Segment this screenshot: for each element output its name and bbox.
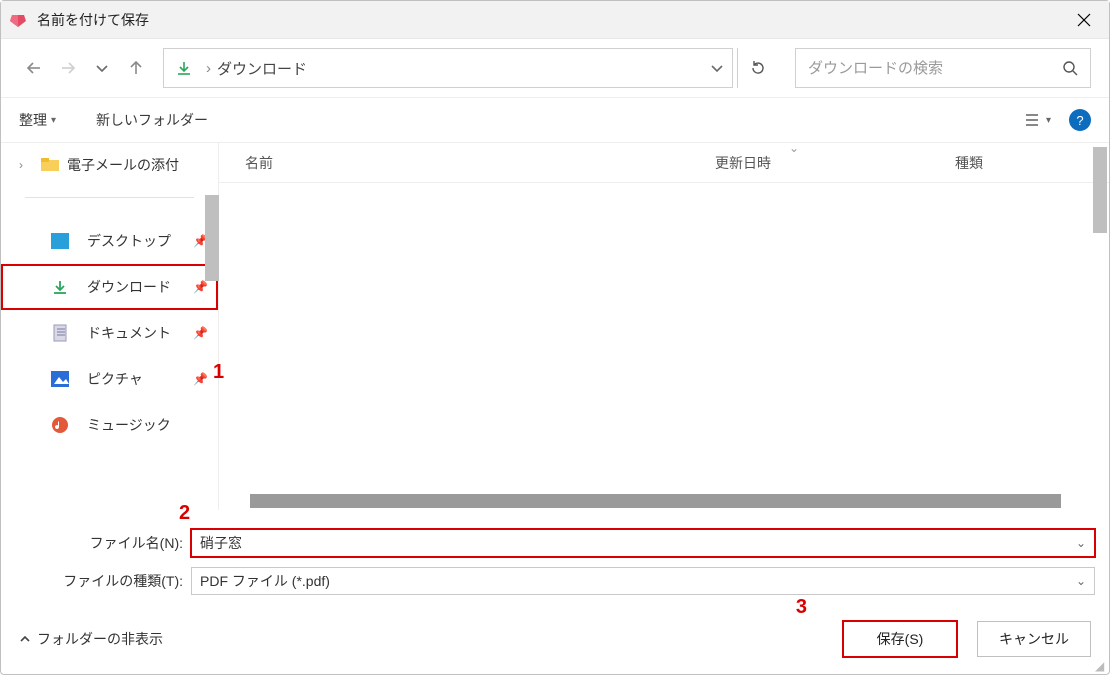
- breadcrumb-label: ダウンロード: [217, 58, 307, 79]
- forward-button[interactable]: [53, 53, 83, 83]
- sidebar-item-documents[interactable]: ドキュメント 📌: [1, 310, 218, 356]
- file-list[interactable]: 名前 更新日時 ⌄ 種類: [219, 143, 1109, 510]
- filename-row: ファイル名(N): 硝子窓 ⌄: [15, 524, 1095, 562]
- app-icon: [9, 11, 27, 29]
- filename-label: ファイル名(N):: [15, 533, 191, 553]
- search-icon[interactable]: [1062, 60, 1078, 76]
- breadcrumb-separator-icon: ›: [206, 60, 211, 77]
- toolbar: 整理 ▾ 新しいフォルダー ▾ ?: [1, 97, 1109, 143]
- breadcrumb-drop-icon[interactable]: [710, 61, 724, 75]
- dropdown-icon: ▾: [1046, 115, 1051, 126]
- save-as-dialog: 名前を付けて保存 › ダウンロード: [0, 0, 1110, 675]
- form-area: 2 ファイル名(N): 硝子窓 ⌄ ファイルの種類(T): PDF ファイル (…: [1, 510, 1109, 604]
- titlebar: 名前を付けて保存: [1, 1, 1109, 39]
- footer: 3 フォルダーの非表示 保存(S) キャンセル: [1, 604, 1109, 674]
- pictures-icon: [51, 370, 69, 388]
- new-folder-button[interactable]: 新しいフォルダー: [96, 110, 208, 130]
- chevron-right-icon: ›: [19, 158, 33, 172]
- window-title: 名前を付けて保存: [37, 10, 1067, 30]
- sort-indicator-icon: ⌄: [789, 143, 799, 155]
- view-mode-button[interactable]: ▾: [1024, 112, 1051, 128]
- search-box[interactable]: [795, 48, 1091, 88]
- sidebar-item-label: ダウンロード: [87, 277, 171, 297]
- horizontal-scrollbar[interactable]: [233, 494, 1095, 508]
- body: › 電子メールの添付 デスクトップ 📌: [1, 143, 1109, 510]
- search-input[interactable]: [808, 60, 1062, 77]
- dropdown-icon: ▾: [51, 115, 56, 126]
- help-icon[interactable]: ?: [1069, 109, 1091, 131]
- chevron-up-icon: [19, 633, 31, 645]
- sidebar: › 電子メールの添付 デスクトップ 📌: [1, 143, 219, 510]
- filetype-row: ファイルの種類(T): PDF ファイル (*.pdf) ⌄: [15, 562, 1095, 600]
- folder-icon: [41, 156, 59, 174]
- filetype-label: ファイルの種類(T):: [15, 571, 191, 591]
- up-button[interactable]: [121, 53, 151, 83]
- new-folder-label: 新しいフォルダー: [96, 110, 208, 130]
- chevron-down-icon[interactable]: ⌄: [1076, 574, 1086, 588]
- pin-icon: 📌: [193, 280, 208, 294]
- sidebar-item-label: 電子メールの添付: [67, 155, 179, 175]
- sidebar-item-desktop[interactable]: デスクトップ 📌: [1, 218, 218, 264]
- pin-icon: 📌: [193, 326, 208, 340]
- sidebar-item-pictures[interactable]: ピクチャ 📌: [1, 356, 218, 402]
- history-dropdown-icon[interactable]: [87, 53, 117, 83]
- organize-label: 整理: [19, 110, 47, 130]
- filetype-select[interactable]: PDF ファイル (*.pdf) ⌄: [191, 567, 1095, 595]
- list-header: 名前 更新日時 ⌄ 種類: [219, 143, 1109, 183]
- chevron-down-icon[interactable]: ⌄: [1076, 536, 1086, 550]
- annotation-marker-2: 2: [179, 502, 190, 525]
- sidebar-divider: [25, 197, 194, 198]
- sidebar-item-music[interactable]: ミュージック: [1, 402, 218, 448]
- resize-grip-icon[interactable]: ◢: [1095, 660, 1107, 672]
- sidebar-item-label: ピクチャ: [87, 369, 143, 389]
- vertical-scrollbar[interactable]: [1093, 147, 1107, 233]
- side-scrollbar[interactable]: [205, 195, 219, 281]
- back-button[interactable]: [19, 53, 49, 83]
- music-icon: [51, 416, 69, 434]
- breadcrumb[interactable]: › ダウンロード: [163, 48, 733, 88]
- desktop-icon: [51, 232, 69, 250]
- hide-folders-label: フォルダーの非表示: [37, 629, 163, 649]
- filename-input[interactable]: 硝子窓 ⌄: [191, 529, 1095, 557]
- download-location-icon: [176, 60, 192, 76]
- column-name[interactable]: 名前: [219, 153, 689, 173]
- sidebar-item-label: ドキュメント: [87, 323, 171, 343]
- pin-icon: 📌: [193, 372, 208, 386]
- refresh-button[interactable]: [737, 48, 777, 88]
- document-icon: [51, 324, 69, 342]
- sidebar-item-label: ミュージック: [87, 415, 171, 435]
- sidebar-item-attachments[interactable]: › 電子メールの添付: [1, 149, 218, 181]
- hide-folders-button[interactable]: フォルダーの非表示: [19, 629, 163, 649]
- organize-menu[interactable]: 整理 ▾: [19, 110, 56, 130]
- download-icon: [51, 278, 69, 296]
- column-type[interactable]: 種類: [929, 153, 1109, 173]
- sidebar-item-label: デスクトップ: [87, 231, 171, 251]
- save-button[interactable]: 保存(S): [843, 621, 957, 657]
- close-icon[interactable]: [1067, 13, 1101, 27]
- nav-bar: › ダウンロード: [1, 39, 1109, 97]
- sidebar-item-downloads[interactable]: ダウンロード 📌: [1, 264, 218, 310]
- cancel-button[interactable]: キャンセル: [977, 621, 1091, 657]
- column-modified[interactable]: 更新日時 ⌄: [689, 153, 929, 173]
- annotation-marker-3: 3: [796, 596, 807, 619]
